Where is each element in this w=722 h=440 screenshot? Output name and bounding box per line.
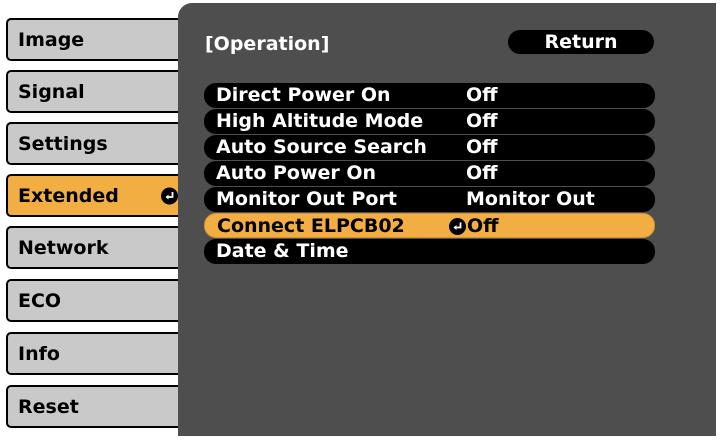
sidebar-item-info[interactable]: Info: [6, 332, 189, 375]
setting-label: Monitor Out Port: [216, 188, 397, 210]
sidebar-item-network[interactable]: Network: [6, 226, 189, 269]
sidebar-item-extended[interactable]: Extended: [6, 174, 189, 217]
setting-label: Date & Time: [216, 240, 349, 262]
projector-menu: Image Signal Settings Extended Network E…: [0, 0, 722, 440]
setting-row-monitor-out-port[interactable]: Monitor Out Port Monitor Out: [204, 187, 655, 212]
sidebar-item-label: Info: [18, 342, 60, 365]
setting-label: High Altitude Mode: [216, 110, 424, 132]
setting-row-date-time[interactable]: Date & Time: [204, 239, 655, 264]
setting-value: Monitor Out: [466, 188, 595, 210]
enter-icon: [161, 187, 178, 204]
panel-title: [Operation]: [205, 33, 330, 55]
setting-row-direct-power-on[interactable]: Direct Power On Off: [204, 83, 655, 108]
setting-value: Off: [466, 110, 498, 132]
setting-row-auto-power-on[interactable]: Auto Power On Off: [204, 161, 655, 186]
sidebar-item-label: Extended: [18, 184, 119, 207]
sidebar-item-label: Reset: [18, 395, 79, 418]
sidebar-item-label: Settings: [18, 132, 108, 155]
setting-row-connect-elpcb02[interactable]: Connect ELPCB02 Off: [204, 213, 655, 238]
settings-panel: [Operation] Return Direct Power On Off H…: [178, 3, 716, 436]
setting-label: Direct Power On: [216, 84, 391, 106]
setting-row-auto-source-search[interactable]: Auto Source Search Off: [204, 135, 655, 160]
setting-value: Off: [466, 162, 498, 184]
sidebar-item-label: Image: [18, 28, 85, 51]
setting-label: Auto Power On: [216, 162, 377, 184]
setting-value: Off: [467, 215, 499, 237]
sidebar-item-reset[interactable]: Reset: [6, 385, 189, 428]
sidebar-item-label: ECO: [18, 289, 62, 312]
sidebar-item-image[interactable]: Image: [6, 18, 189, 61]
setting-label: Connect ELPCB02: [217, 215, 405, 237]
setting-value: Off: [466, 84, 498, 106]
setting-label: Auto Source Search: [216, 136, 427, 158]
setting-row-high-altitude-mode[interactable]: High Altitude Mode Off: [204, 109, 655, 134]
enter-icon: [449, 218, 466, 235]
sidebar-item-signal[interactable]: Signal: [6, 70, 189, 113]
sidebar-item-label: Signal: [18, 80, 85, 103]
sidebar-item-settings[interactable]: Settings: [6, 122, 189, 165]
sidebar-item-label: Network: [18, 236, 109, 259]
setting-value: Off: [466, 136, 498, 158]
return-button[interactable]: Return: [508, 30, 654, 54]
sidebar-item-eco[interactable]: ECO: [6, 279, 189, 322]
